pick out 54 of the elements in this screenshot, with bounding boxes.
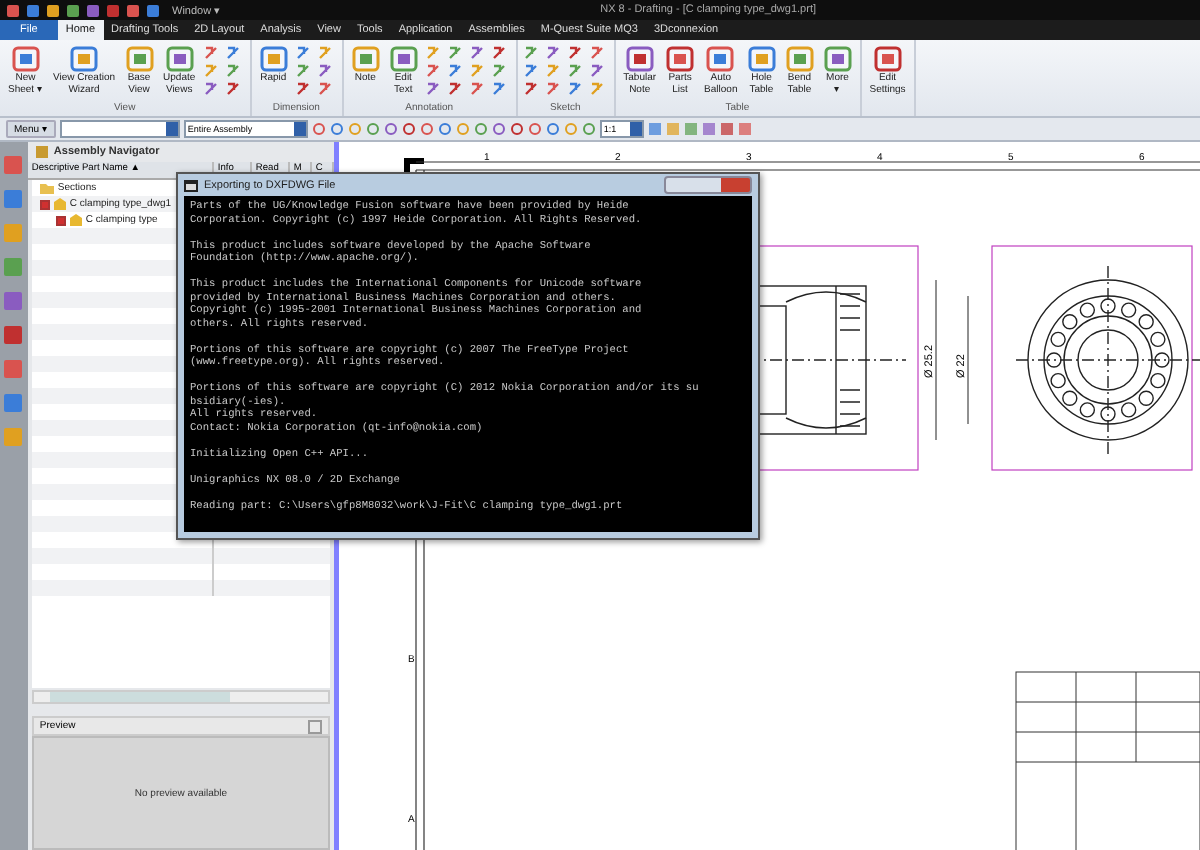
console-icon: [184, 179, 198, 191]
checkbox[interactable]: [55, 215, 66, 225]
tool-icon: [125, 46, 154, 72]
tool-icon[interactable]: [567, 64, 582, 78]
tool-icon[interactable]: [491, 82, 506, 96]
tool-icon[interactable]: [567, 82, 582, 96]
tool-icon[interactable]: [491, 64, 506, 78]
tool-icon: [823, 46, 852, 72]
tool-icon[interactable]: [567, 46, 582, 60]
tool-icon: [666, 46, 695, 72]
tool-icon[interactable]: [295, 82, 310, 96]
tool-icon: [259, 46, 288, 72]
tool-icon[interactable]: [545, 82, 560, 96]
checkbox[interactable]: [39, 199, 50, 209]
tool-icon[interactable]: [447, 64, 462, 78]
tool-icon[interactable]: [317, 64, 332, 78]
tool-icon: [351, 46, 380, 72]
resource-bar-icon[interactable]: [2, 290, 25, 312]
tool-icon[interactable]: [523, 82, 538, 96]
tool-icon: [69, 46, 98, 72]
tool-icon: [706, 46, 735, 72]
selection-filter-dropdown[interactable]: [59, 120, 180, 138]
tool-icon[interactable]: [469, 46, 484, 60]
tool-icon[interactable]: [295, 46, 310, 60]
tool-icon[interactable]: [589, 64, 604, 78]
tool-icon[interactable]: [447, 82, 462, 96]
tool-icon[interactable]: [317, 82, 332, 96]
collapse-icon[interactable]: [308, 719, 322, 733]
horizontal-scrollbar[interactable]: [31, 690, 330, 704]
tool-icon[interactable]: [225, 46, 240, 60]
tool-icon: [165, 46, 194, 72]
tool-icon: [11, 46, 40, 72]
tool-icon: [785, 46, 814, 72]
tool-icon[interactable]: [589, 46, 604, 60]
tool-icon[interactable]: [447, 46, 462, 60]
tool-icon[interactable]: [425, 82, 440, 96]
tool-icon[interactable]: [225, 64, 240, 78]
tool-icon[interactable]: [203, 82, 218, 96]
tool-icon: [873, 46, 902, 72]
resource-bar-icon[interactable]: [2, 324, 25, 346]
tool-icon: [747, 46, 776, 72]
tool-icon[interactable]: [225, 82, 240, 96]
tool-icon[interactable]: [469, 82, 484, 96]
tool-icon[interactable]: [295, 64, 310, 78]
tool-icon[interactable]: [491, 46, 506, 60]
tool-icon: [389, 46, 418, 72]
navigator-icon: [35, 146, 48, 158]
tool-icon[interactable]: [545, 46, 560, 60]
tool-icon[interactable]: [523, 64, 538, 78]
tool-icon[interactable]: [523, 46, 538, 60]
tool-icon[interactable]: [425, 64, 440, 78]
tool-icon: [625, 46, 654, 72]
window-controls[interactable]: [664, 176, 752, 194]
tool-icon[interactable]: [203, 46, 218, 60]
